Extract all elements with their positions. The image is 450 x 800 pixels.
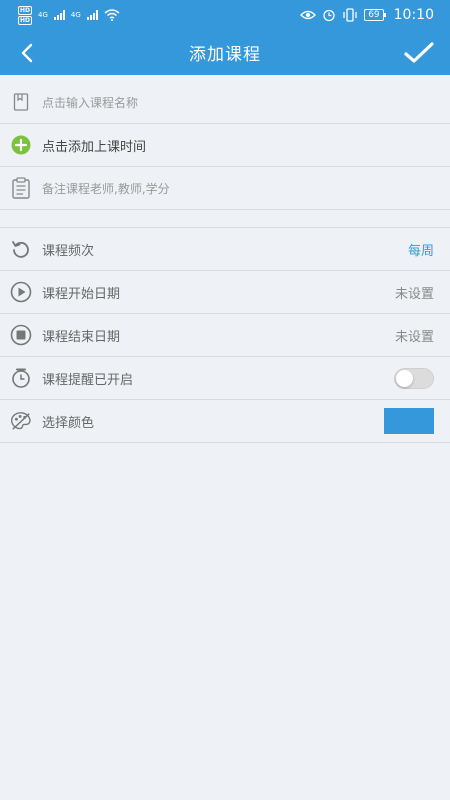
checkmark-icon (404, 42, 434, 63)
status-time: 10:10 (393, 7, 434, 23)
toggle-knob (396, 369, 413, 387)
network-type-1: 4G (38, 11, 48, 19)
alarm-icon (323, 9, 335, 22)
clipboard-icon (10, 177, 32, 199)
frequency-row[interactable]: 课程频次 每周 (0, 228, 450, 271)
add-time-label: 点击添加上课时间 (42, 139, 147, 155)
app-bar: 添加课程 (0, 30, 450, 75)
back-button[interactable] (14, 40, 40, 66)
signal-icon-2 (86, 10, 98, 20)
network-type-2: 4G (70, 11, 81, 19)
end-date-label: 课程结束日期 (42, 329, 121, 345)
end-date-value[interactable]: 未设置 (395, 326, 434, 345)
book-icon (10, 91, 32, 113)
notes-input[interactable]: 备注课程老师,教师,学分 (42, 180, 434, 197)
status-bar: HD HD 4G 4G 69 10:10 (0, 0, 450, 30)
color-label: 选择颜色 (42, 415, 95, 431)
stop-circle-icon (10, 324, 32, 346)
refresh-icon (10, 238, 32, 260)
alarm-clock-icon (10, 367, 32, 389)
reminder-toggle[interactable] (394, 367, 434, 389)
hd-badge-bottom: HD (18, 15, 33, 25)
vibrate-icon (343, 8, 357, 22)
play-circle-icon (10, 281, 32, 303)
hd-badge-top: HD (18, 5, 33, 15)
page-title: 添加课程 (189, 45, 261, 65)
add-time-row[interactable]: 点击添加上课时间 (0, 124, 450, 167)
hd-badges: HD HD (18, 5, 33, 25)
confirm-button[interactable] (402, 37, 436, 69)
start-date-row[interactable]: 课程开始日期 未设置 (0, 271, 450, 314)
frequency-label: 课程频次 (42, 243, 95, 259)
color-swatch[interactable] (384, 408, 434, 434)
reminder-row[interactable]: 课程提醒已开启 (0, 357, 450, 400)
chevron-left-icon (21, 43, 33, 63)
status-right: 69 10:10 (300, 7, 434, 23)
eye-icon (300, 10, 317, 20)
frequency-value[interactable]: 每周 (408, 240, 434, 259)
course-name-row[interactable]: 点击输入课程名称 (0, 81, 450, 124)
color-row[interactable]: 选择颜色 (0, 400, 450, 443)
start-date-label: 课程开始日期 (42, 286, 121, 302)
wifi-icon (104, 9, 120, 21)
course-settings-group: 课程频次 每周 课程开始日期 未设置 课程结束日期 未设置 课程提醒已开启 选择… (0, 227, 450, 443)
notes-row[interactable]: 备注课程老师,教师,学分 (0, 167, 450, 210)
end-date-row[interactable]: 课程结束日期 未设置 (0, 314, 450, 357)
start-date-value[interactable]: 未设置 (395, 283, 434, 302)
course-name-input[interactable]: 点击输入课程名称 (42, 94, 434, 111)
battery-indicator: 69 (364, 9, 387, 21)
signal-icon-1 (53, 10, 65, 20)
status-left: HD HD 4G 4G (18, 5, 120, 25)
reminder-label: 课程提醒已开启 (42, 372, 134, 388)
palette-icon (10, 410, 32, 432)
add-circle-icon (10, 134, 32, 156)
course-info-group: 点击输入课程名称 点击添加上课时间 备注课程老师,教师,学分 (0, 81, 450, 210)
